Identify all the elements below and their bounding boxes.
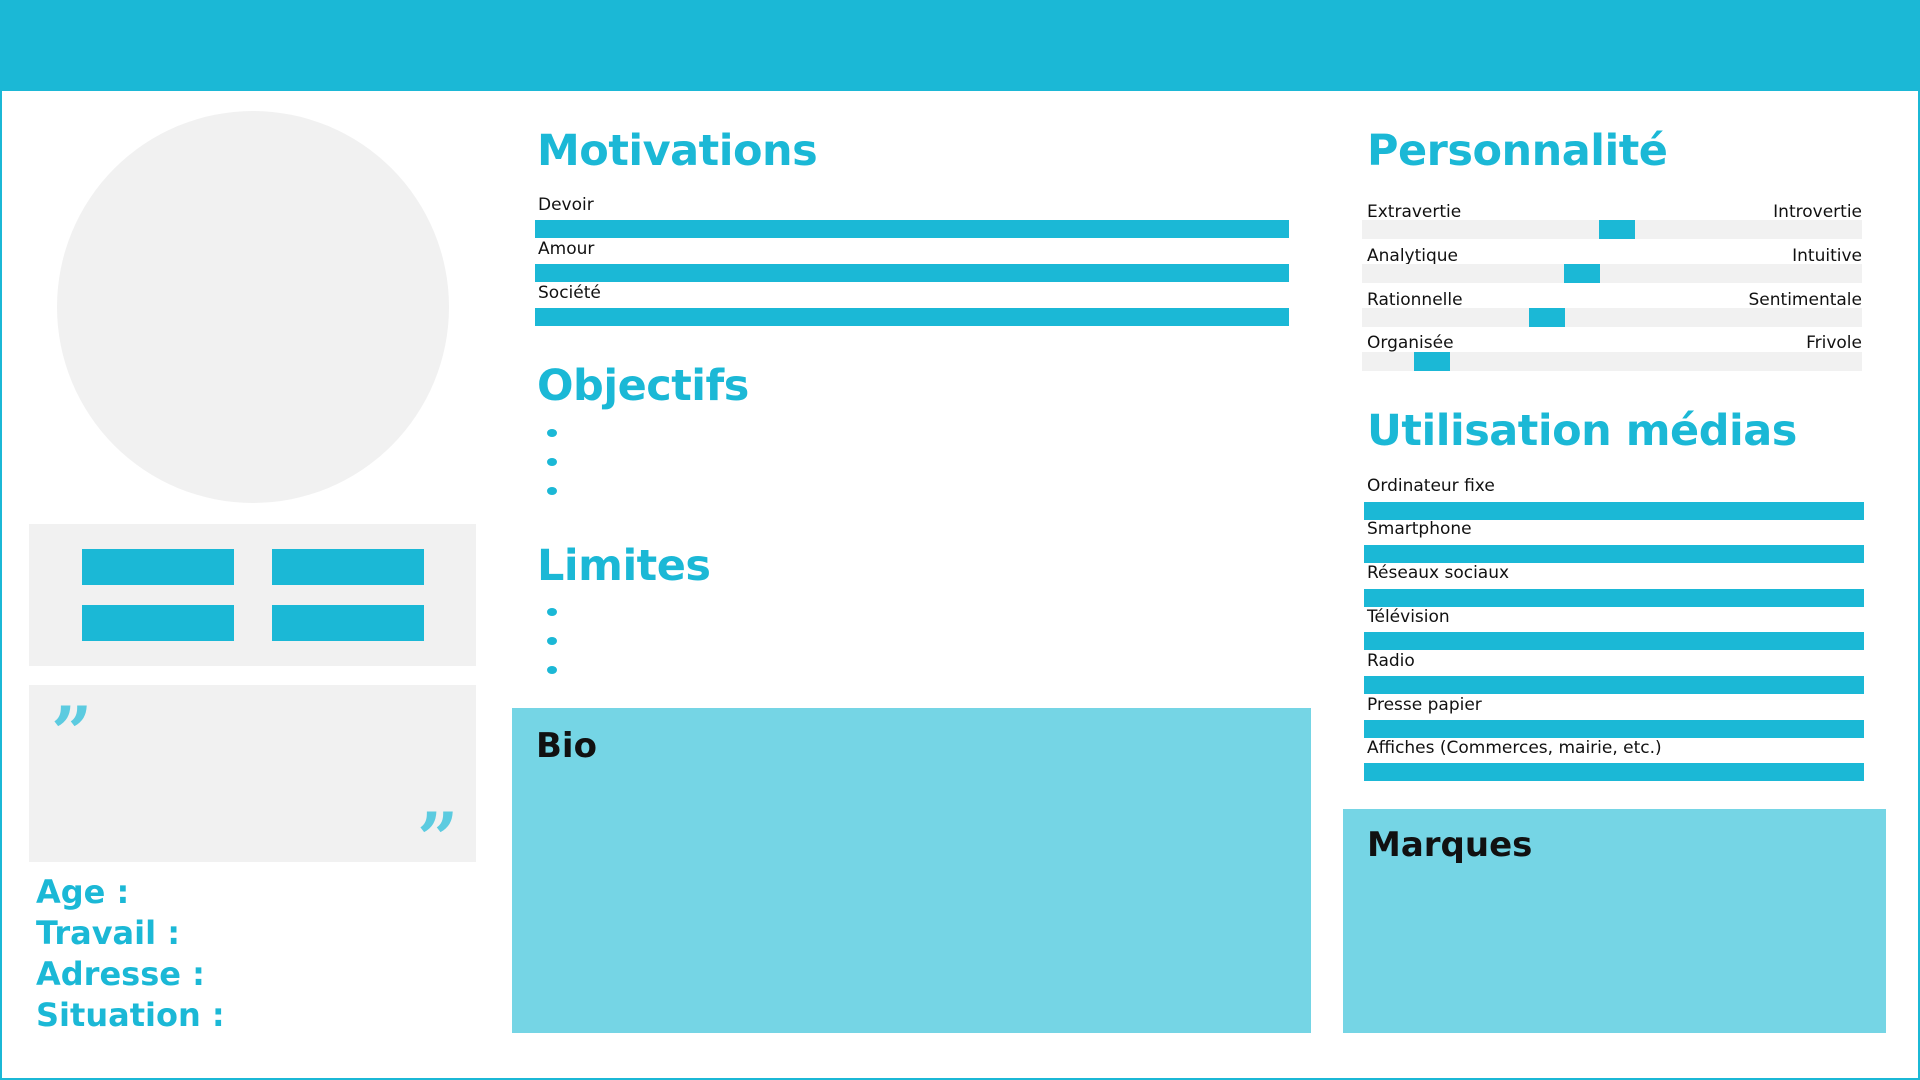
quote-panel[interactable]: ” ” <box>29 685 476 875</box>
bullet-icon <box>547 458 557 466</box>
personality-slider-handle[interactable] <box>1599 220 1635 239</box>
tag-chip[interactable] <box>272 605 424 641</box>
tag-chip[interactable] <box>82 549 234 585</box>
scale-right-label: Introvertie <box>1773 202 1862 222</box>
marques-box[interactable]: Marques <box>1343 809 1886 1033</box>
scale-right-label: Sentimentale <box>1748 290 1862 310</box>
bullet-icon <box>547 666 557 674</box>
personnalite-title: Personnalité <box>1367 126 1668 176</box>
medias-title: Utilisation médias <box>1367 406 1797 456</box>
media-bar <box>1364 676 1864 694</box>
objectifs-title: Objectifs <box>537 361 749 411</box>
open-quote-icon: ” <box>51 690 93 775</box>
personality-slider-handle[interactable] <box>1414 352 1450 371</box>
work-label: Travail : <box>36 914 181 952</box>
marques-title: Marques <box>1367 825 1533 865</box>
motivation-label: Amour <box>538 239 595 259</box>
media-label: Smartphone <box>1367 519 1472 539</box>
close-quote-icon: ” <box>417 796 459 881</box>
avatar-placeholder[interactable] <box>57 111 449 503</box>
motivations-title: Motivations <box>537 126 818 176</box>
scale-right-label: Frivole <box>1806 333 1862 353</box>
media-label: Ordinateur fixe <box>1367 476 1495 496</box>
media-label: Presse papier <box>1367 695 1482 715</box>
personality-slider-track <box>1362 308 1862 327</box>
personality-slider-track <box>1362 264 1862 283</box>
scale-right-label: Intuitive <box>1792 246 1862 266</box>
media-bar <box>1364 545 1864 563</box>
motivation-bar <box>535 264 1289 282</box>
personality-slider-handle[interactable] <box>1529 308 1565 327</box>
media-label: Réseaux sociaux <box>1367 563 1510 583</box>
persona-info: Age : Travail : Adresse : Situation : <box>36 872 225 1036</box>
bullet-icon <box>547 608 557 616</box>
bullet-icon <box>547 487 557 495</box>
tag-chip[interactable] <box>82 605 234 641</box>
media-bar <box>1364 763 1864 781</box>
limites-title: Limites <box>537 541 711 591</box>
tag-chip[interactable] <box>272 549 424 585</box>
tags-panel <box>29 524 476 666</box>
motivation-bar <box>535 308 1289 326</box>
address-label: Adresse : <box>36 955 205 993</box>
media-bar <box>1364 632 1864 650</box>
personality-slider-handle[interactable] <box>1564 264 1600 283</box>
age-label: Age : <box>36 873 130 911</box>
media-label: Affiches (Commerces, mairie, etc.) <box>1367 738 1662 758</box>
media-label: Télévision <box>1367 607 1450 627</box>
situation-label: Situation : <box>36 996 225 1034</box>
bullet-icon <box>547 429 557 437</box>
bullet-icon <box>547 637 557 645</box>
media-label: Radio <box>1367 651 1415 671</box>
media-bar <box>1364 720 1864 738</box>
media-bar <box>1364 502 1864 520</box>
motivation-label: Devoir <box>538 195 594 215</box>
bio-title: Bio <box>536 726 597 766</box>
bio-box[interactable]: Bio <box>512 708 1311 1033</box>
motivation-bar <box>535 220 1289 238</box>
media-bar <box>1364 589 1864 607</box>
motivation-label: Société <box>538 283 601 303</box>
